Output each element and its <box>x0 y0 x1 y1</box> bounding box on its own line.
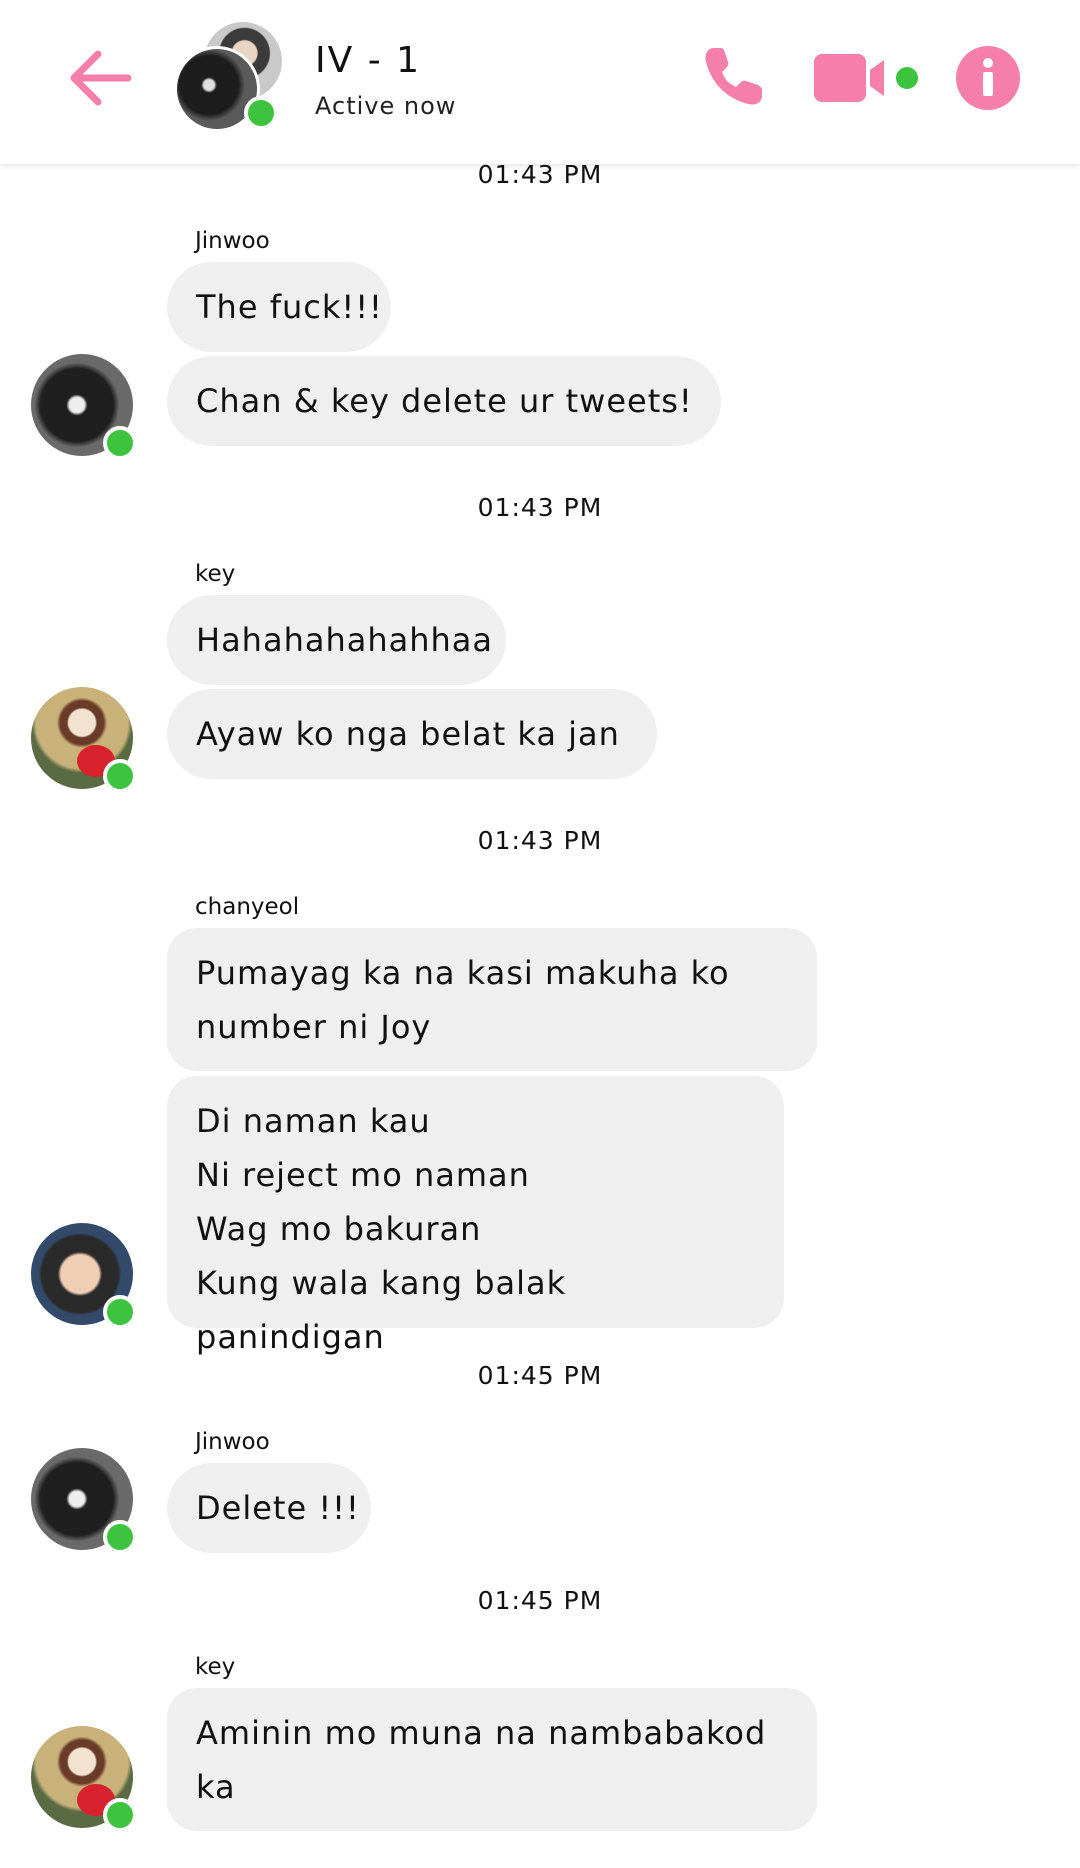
group-avatar[interactable] <box>174 22 286 132</box>
sender-name: Jinwoo <box>195 228 270 254</box>
chat-status: Active now <box>315 92 457 120</box>
online-indicator <box>103 759 137 793</box>
video-camera-icon <box>814 54 918 102</box>
avatar[interactable] <box>31 1726 137 1832</box>
chat-title[interactable]: IV - 1 <box>315 40 421 81</box>
message-bubble[interactable]: Pumayag ka na kasi makuha ko number ni J… <box>167 928 817 1071</box>
message-bubble[interactable]: Di naman kau Ni reject mo naman Wag mo b… <box>167 1076 784 1356</box>
avatar[interactable] <box>31 687 137 793</box>
chat-header: IV - 1 Active now <box>0 0 1080 166</box>
phone-icon <box>705 48 762 105</box>
online-indicator <box>103 1520 137 1554</box>
message-timestamp: 01:43 PM <box>477 160 603 189</box>
message-bubble[interactable]: Delete !!! <box>167 1463 371 1553</box>
sender-name: key <box>195 561 236 587</box>
online-indicator <box>103 1295 137 1329</box>
info-icon <box>983 58 993 96</box>
avatar[interactable] <box>31 354 137 460</box>
avatar[interactable] <box>31 1448 137 1554</box>
message-timestamp: 01:43 PM <box>477 826 603 855</box>
video-call-button[interactable] <box>814 54 920 102</box>
avatar[interactable] <box>31 1223 137 1329</box>
sender-name: key <box>195 1654 236 1680</box>
voice-call-button[interactable] <box>700 44 766 110</box>
back-arrow-icon <box>70 50 132 106</box>
message-timestamp: 01:43 PM <box>477 493 603 522</box>
message-bubble[interactable]: Chan & key delete ur tweets! <box>167 356 721 446</box>
info-button[interactable] <box>956 46 1020 110</box>
message-bubble[interactable]: Ayaw ko nga belat ka jan <box>167 689 657 779</box>
online-indicator <box>103 1798 137 1832</box>
message-bubble[interactable]: The fuck!!! <box>167 262 391 352</box>
message-bubble[interactable]: Aminin mo muna na nambabakod ka <box>167 1688 817 1831</box>
online-indicator <box>244 96 278 130</box>
message-timestamp: 01:45 PM <box>477 1586 603 1615</box>
online-indicator <box>103 426 137 460</box>
message-timestamp: 01:45 PM <box>477 1361 603 1390</box>
sender-name: Jinwoo <box>195 1429 270 1455</box>
sender-name: chanyeol <box>195 894 300 920</box>
back-button[interactable] <box>68 48 134 108</box>
message-bubble[interactable]: Hahahahahahhaa <box>167 595 506 685</box>
